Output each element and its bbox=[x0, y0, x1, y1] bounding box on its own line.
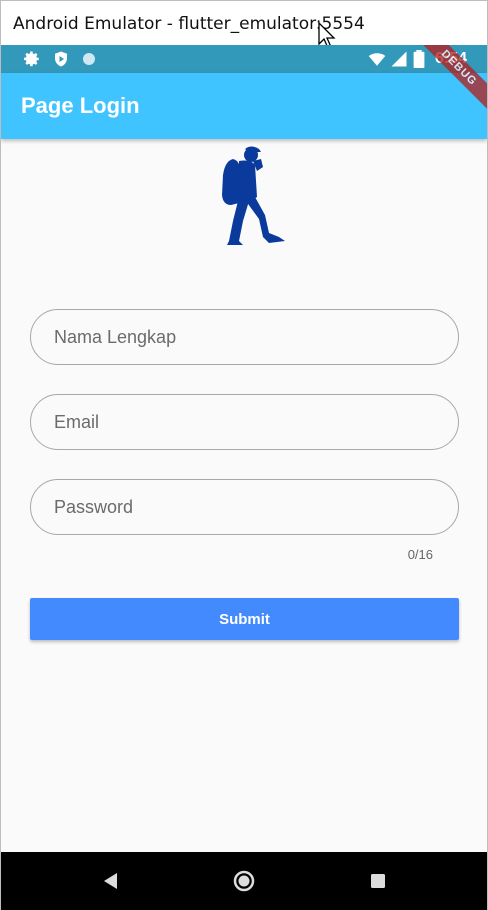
full-name-field[interactable] bbox=[30, 309, 459, 365]
wifi-icon bbox=[368, 53, 386, 66]
password-char-counter: 0/16 bbox=[407, 547, 433, 562]
password-field[interactable] bbox=[30, 479, 459, 535]
circle-icon bbox=[83, 53, 95, 65]
settings-icon bbox=[24, 51, 39, 67]
battery-icon bbox=[413, 50, 425, 68]
home-icon[interactable] bbox=[232, 869, 256, 893]
email-field[interactable] bbox=[30, 394, 459, 450]
signal-icon bbox=[391, 51, 407, 67]
shield-play-icon bbox=[55, 51, 67, 67]
full-name-input[interactable] bbox=[31, 310, 458, 364]
navigation-bar bbox=[1, 852, 487, 910]
hiker-logo bbox=[222, 146, 285, 245]
back-icon[interactable] bbox=[99, 869, 123, 893]
recents-icon[interactable] bbox=[366, 869, 390, 893]
password-input[interactable] bbox=[31, 480, 458, 534]
page-title: Page Login bbox=[21, 93, 140, 118]
window-title: Android Emulator - flutter_emulator:5554 bbox=[13, 14, 365, 34]
emulator-screen: 6:54 Page Login DEBUG 0/16 Submit bbox=[0, 45, 488, 910]
status-bar: 6:54 bbox=[1, 45, 487, 73]
app-bar: Page Login bbox=[1, 73, 487, 139]
email-input[interactable] bbox=[31, 395, 458, 449]
window-title-bar: Android Emulator - flutter_emulator:5554 bbox=[0, 0, 488, 45]
submit-button[interactable]: Submit bbox=[30, 598, 459, 640]
